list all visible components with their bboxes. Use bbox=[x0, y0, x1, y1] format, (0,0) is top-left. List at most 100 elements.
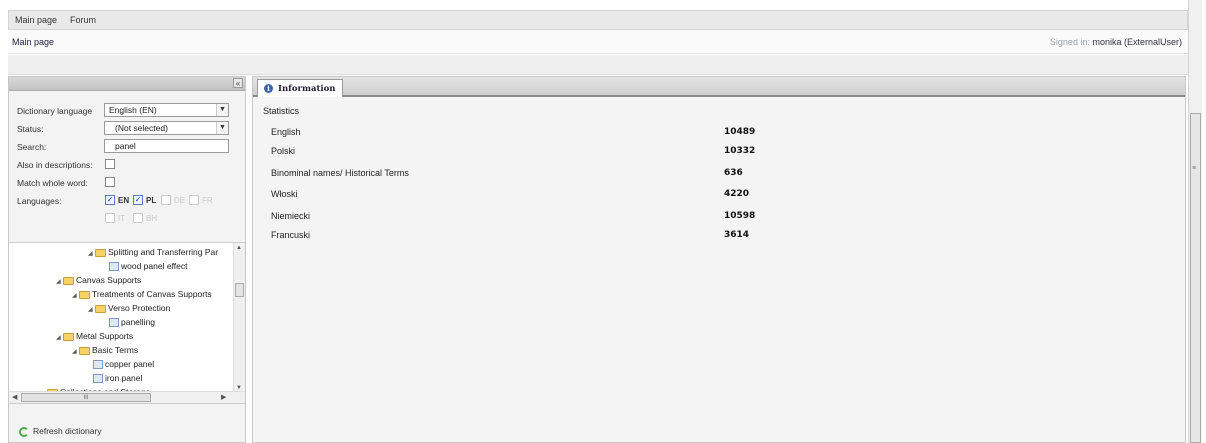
page-vertical-scrollbar[interactable]: ≡ bbox=[1188, 0, 1202, 443]
tree-node[interactable]: ◢ Basic Terms bbox=[72, 345, 138, 357]
stat-value: 4220 bbox=[724, 189, 750, 199]
info-icon: i bbox=[264, 84, 273, 93]
expand-triangle-icon[interactable]: ◢ bbox=[56, 278, 63, 285]
lang-pl-checkbox[interactable]: ✓ bbox=[133, 195, 143, 205]
tree-node[interactable]: ◢ Canvas Supports bbox=[56, 275, 141, 287]
dictionary-panel: « Dictionary language English (EN) ▼ Sta… bbox=[8, 76, 246, 443]
tree-node[interactable]: wood panel effect bbox=[109, 261, 187, 273]
expand-triangle-icon[interactable]: ◢ bbox=[56, 334, 63, 341]
statistics-title: Statistics bbox=[263, 106, 300, 116]
dictionary-language-label: Dictionary language bbox=[17, 106, 93, 116]
stat-row: Francuski 3614 bbox=[271, 230, 1071, 244]
tree-horizontal-scrollbar[interactable]: ◀ III ▶ bbox=[9, 391, 245, 403]
tree-node[interactable]: iron panel bbox=[93, 373, 142, 385]
signed-in-label: Signed in: bbox=[1049, 37, 1090, 47]
toolbar-band bbox=[8, 55, 1188, 75]
refresh-dictionary-label: Refresh dictionary bbox=[33, 426, 102, 436]
scroll-thumb[interactable]: III bbox=[21, 393, 151, 402]
status-value: (Not selected) bbox=[115, 123, 168, 133]
tree-node[interactable]: ◢ Verso Protection bbox=[88, 303, 170, 315]
tree-node-label: copper panel bbox=[105, 359, 155, 369]
lang-it-checkbox[interactable] bbox=[105, 213, 115, 223]
expand-triangle-icon[interactable]: ◢ bbox=[88, 306, 95, 313]
lang-en-label: EN bbox=[118, 196, 130, 205]
expand-triangle-icon[interactable]: ◢ bbox=[88, 250, 95, 257]
tree-node-label: wood panel effect bbox=[121, 261, 188, 271]
tree-vertical-scrollbar[interactable]: ▲ ▼ bbox=[233, 243, 245, 393]
also-descriptions-row: Also in descriptions: bbox=[17, 157, 243, 173]
stat-row: English 10489 bbox=[271, 127, 1071, 141]
document-icon bbox=[93, 374, 103, 384]
search-input[interactable]: panel bbox=[104, 139, 229, 153]
tree-node[interactable]: copper panel bbox=[93, 359, 154, 371]
signed-in-info: Signed in: monika (ExternalUser) bbox=[1050, 37, 1182, 47]
tree-node-label: Basic Terms bbox=[92, 345, 139, 355]
status-select[interactable]: (Not selected) ▼ bbox=[104, 121, 229, 135]
refresh-icon bbox=[19, 426, 29, 437]
dictionary-tree[interactable]: ◢ Splitting and Transferring Par wood pan… bbox=[9, 242, 245, 404]
tree-node[interactable]: ◢ Splitting and Transferring Par bbox=[88, 247, 218, 259]
stat-value: 10489 bbox=[724, 127, 756, 137]
tree-node-label: Treatments of Canvas Supports bbox=[92, 289, 212, 299]
folder-icon bbox=[63, 276, 74, 285]
lang-de-checkbox[interactable] bbox=[161, 195, 171, 205]
match-whole-word-row: Match whole word: bbox=[17, 175, 243, 191]
tree-node[interactable]: ◢ Metal Supports bbox=[56, 331, 133, 343]
also-descriptions-checkbox[interactable] bbox=[105, 159, 115, 169]
tree-node-label: Canvas Supports bbox=[76, 275, 142, 285]
match-whole-word-label: Match whole word: bbox=[17, 178, 88, 188]
tree-node[interactable]: panelling bbox=[109, 317, 155, 329]
search-label: Search: bbox=[17, 142, 47, 152]
dictionary-language-row: Dictionary language English (EN) ▼ bbox=[17, 103, 243, 119]
folder-icon bbox=[79, 346, 90, 355]
lang-bh-label: BH bbox=[146, 214, 158, 223]
stat-row: Włoski 4220 bbox=[271, 189, 1071, 203]
scroll-up-icon[interactable]: ▲ bbox=[236, 245, 242, 251]
refresh-dictionary-button[interactable]: Refresh dictionary bbox=[19, 426, 102, 437]
folder-icon bbox=[95, 304, 106, 313]
signed-in-user[interactable]: monika (ExternalUser) bbox=[1092, 37, 1182, 47]
tree-node-label: panelling bbox=[121, 317, 156, 327]
tab-information[interactable]: i Information bbox=[257, 79, 343, 97]
tree-node-label: iron panel bbox=[105, 373, 143, 383]
chevron-down-icon[interactable]: ▼ bbox=[216, 104, 228, 116]
folder-icon bbox=[95, 248, 106, 257]
lang-fr-checkbox[interactable] bbox=[189, 195, 199, 205]
scroll-right-icon[interactable]: ▶ bbox=[221, 393, 226, 401]
stat-value: 3614 bbox=[724, 230, 750, 240]
lang-de-label: DE bbox=[174, 196, 186, 205]
stat-name: Niemiecki bbox=[271, 211, 311, 221]
match-whole-word-checkbox[interactable] bbox=[105, 177, 115, 187]
tree-node[interactable]: ◢ Treatments of Canvas Supports bbox=[72, 289, 212, 301]
tree-node-label: Metal Supports bbox=[76, 331, 134, 341]
menu-item-forum[interactable]: Forum bbox=[70, 15, 96, 25]
stat-name: English bbox=[271, 127, 301, 137]
menu-item-main-page[interactable]: Main page bbox=[15, 15, 57, 25]
collapse-panel-icon[interactable]: « bbox=[233, 78, 243, 88]
stat-value: 10598 bbox=[724, 211, 756, 221]
status-label: Status: bbox=[17, 124, 44, 134]
dictionary-language-select[interactable]: English (EN) ▼ bbox=[104, 103, 229, 117]
stat-name: Włoski bbox=[271, 189, 298, 199]
tab-label: Information bbox=[278, 84, 336, 94]
lang-en-checkbox[interactable]: ✓ bbox=[105, 195, 115, 205]
information-panel: i Information Statistics English 10489 P… bbox=[252, 76, 1186, 443]
breadcrumb[interactable]: Main page bbox=[12, 37, 54, 47]
stat-value: 10332 bbox=[724, 146, 756, 156]
dictionary-language-value: English (EN) bbox=[109, 105, 157, 115]
stat-name: Polski bbox=[271, 146, 296, 156]
tree-node-label: Splitting and Transferring Par bbox=[108, 247, 219, 257]
lang-bh-checkbox[interactable] bbox=[133, 213, 143, 223]
status-row: Status: (Not selected) ▼ bbox=[17, 121, 243, 137]
scroll-thumb[interactable] bbox=[235, 283, 244, 297]
document-icon bbox=[93, 360, 103, 370]
document-icon bbox=[109, 262, 119, 272]
chevron-down-icon[interactable]: ▼ bbox=[216, 122, 228, 134]
expand-triangle-icon[interactable]: ◢ bbox=[72, 348, 79, 355]
expand-triangle-icon[interactable]: ◢ bbox=[72, 292, 79, 299]
document-icon bbox=[109, 318, 119, 328]
scroll-left-icon[interactable]: ◀ bbox=[12, 393, 17, 401]
page-scroll-thumb[interactable] bbox=[1190, 113, 1201, 443]
tree-node-label: Verso Protection bbox=[108, 303, 171, 313]
stat-row: Niemiecki 10598 bbox=[271, 211, 1071, 225]
